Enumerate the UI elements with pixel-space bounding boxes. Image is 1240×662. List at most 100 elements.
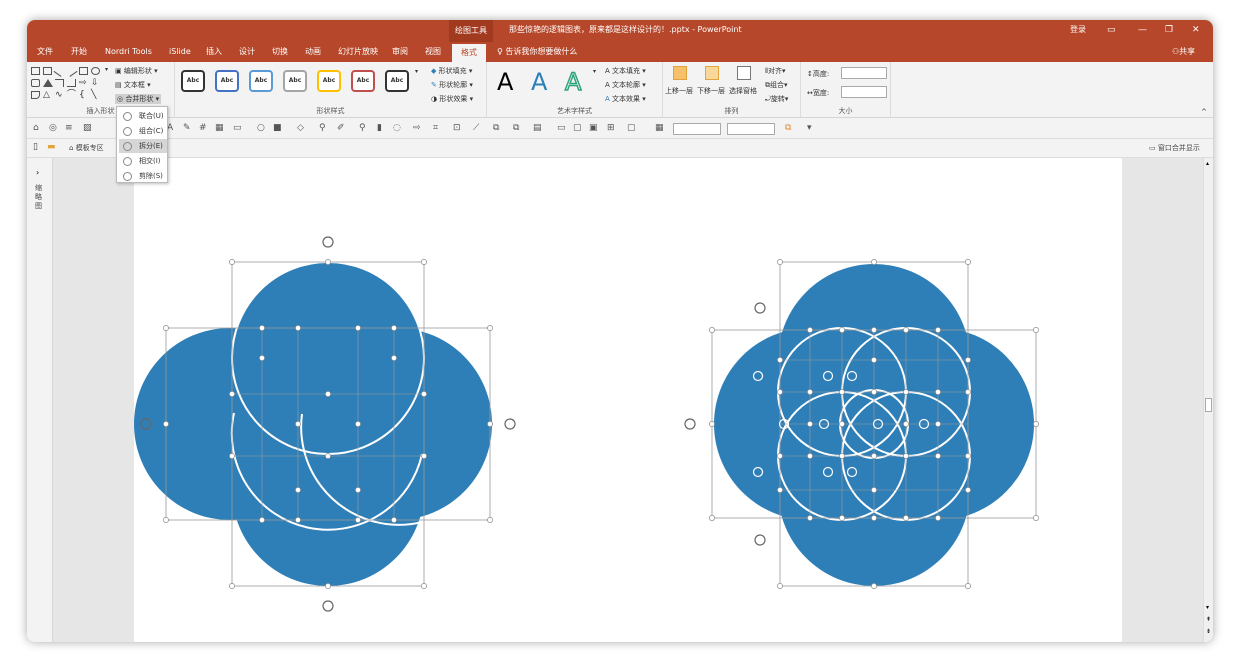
frame2-icon[interactable]: ▢ [573, 123, 582, 133]
rounded-rect-shape-icon[interactable] [31, 79, 40, 87]
outline-pen-icon[interactable]: ✐ [337, 123, 345, 133]
bring-forward-button[interactable]: 上移一层 [665, 86, 693, 96]
picture-icon[interactable]: ▭ [233, 123, 242, 133]
shape-outline-button[interactable]: ✎ 形状轮廓 ▾ [431, 80, 473, 90]
bring-icon[interactable]: ▤ [533, 123, 542, 133]
template-zone-button[interactable]: ⌂ 模板专区 [69, 143, 104, 153]
textbox-shape-icon[interactable] [43, 67, 52, 75]
tab-animations[interactable]: 动画 [305, 42, 321, 62]
style-swatch-1[interactable]: Abc [181, 70, 205, 92]
chart-icon[interactable]: ▮ [377, 123, 382, 133]
rect-outline-icon[interactable]: ▢ [627, 123, 636, 133]
eyedropper-icon[interactable]: ⚲ [319, 123, 326, 133]
tab-design[interactable]: 设计 [239, 42, 255, 62]
style-gallery-more-icon[interactable]: ▾ [415, 68, 418, 75]
wordart-outline-a[interactable]: A [564, 67, 582, 97]
text-box-button[interactable]: ▤ 文本框 ▾ [115, 80, 151, 90]
menu-item-subtract[interactable]: 剪除(S) [119, 169, 167, 183]
image-icon[interactable]: ▨ [83, 123, 92, 133]
arrange-icon[interactable]: ⧉ [785, 123, 791, 133]
tab-islide[interactable]: iSlide [169, 42, 191, 62]
share-button[interactable]: ⚇共享 [1172, 42, 1195, 62]
text-outline-button[interactable]: A 文本轮廓 ▾ [605, 80, 646, 90]
triangle-shape-icon[interactable] [43, 79, 53, 87]
ribbon-display-icon[interactable]: ▭ [1107, 20, 1116, 40]
style-swatch-3[interactable]: Abc [249, 70, 273, 92]
shapes-icon[interactable]: ◌ [393, 123, 401, 133]
layers-icon[interactable]: ⧉ [493, 123, 499, 133]
selection-pane-button[interactable]: 选择窗格 [729, 86, 757, 96]
left-circle-group[interactable] [134, 236, 516, 612]
crop-icon[interactable]: ⌗ [433, 123, 438, 133]
layers-2-icon[interactable]: ⧉ [513, 123, 519, 133]
hash-icon[interactable]: # [199, 123, 207, 133]
menu-item-combine[interactable]: 组合(C) [119, 124, 167, 138]
tab-review[interactable]: 审阅 [392, 42, 408, 62]
table-icon[interactable]: ▦ [215, 123, 224, 133]
slash-icon[interactable]: ⟋ [473, 123, 479, 133]
right-arrow-shape-icon[interactable]: ⇨ [79, 79, 88, 88]
triangle-outline-icon[interactable]: △ [43, 91, 52, 100]
vertical-scrollbar[interactable]: ▴ ▾ ⇞ ⇟ [1203, 158, 1213, 642]
more-icon[interactable]: ▾ [807, 123, 812, 133]
align-left-icon[interactable]: ≡ [65, 123, 73, 133]
crop-frame-icon[interactable]: ⊡ [453, 123, 461, 133]
shape-arrow-icon[interactable]: ⇨ [413, 123, 421, 133]
rotate-button[interactable]: ⤾旋转▾ [765, 94, 788, 104]
tab-nordri-tools[interactable]: Nordri Tools [105, 42, 152, 62]
tab-view[interactable]: 视图 [425, 42, 441, 62]
target-icon[interactable]: ◎ [49, 123, 57, 133]
grid-icon[interactable]: ⊞ [607, 123, 615, 133]
style-swatch-2[interactable]: Abc [215, 70, 239, 92]
send-backward-button[interactable]: 下移一层 [697, 86, 725, 96]
tab-slideshow[interactable]: 幻灯片放映 [338, 42, 378, 62]
menu-item-intersect[interactable]: 相交(I) [119, 154, 167, 168]
fill-bucket-icon[interactable]: ◇ [297, 123, 304, 133]
dropper-icon[interactable]: ⚲ [359, 123, 366, 133]
pen-icon[interactable]: ✎ [183, 123, 191, 133]
shape-effects-button[interactable]: ◑ 形状效果 ▾ [431, 94, 473, 104]
arrow-line-shape-icon[interactable] [65, 65, 78, 77]
circle-icon[interactable]: ○ [257, 123, 265, 133]
rectangle-shape-icon[interactable] [31, 67, 40, 75]
prev-slide-icon[interactable]: ⇞ [1206, 616, 1211, 623]
restore-button[interactable]: ❐ [1165, 20, 1173, 40]
lock-icon[interactable]: ⌂ [33, 123, 39, 133]
down-arrow-shape-icon[interactable]: ⇩ [91, 79, 100, 88]
fill-swatch-icon[interactable]: ■ [273, 123, 282, 133]
scribble-shape-icon[interactable]: ╲ [91, 91, 100, 100]
grid-fill-icon[interactable]: ▦ [655, 123, 664, 133]
merge-window-button[interactable]: ▭ 窗口合并显示 [1149, 143, 1200, 153]
folder-icon[interactable]: ▬ [47, 142, 56, 152]
next-slide-icon[interactable]: ⇟ [1206, 628, 1211, 635]
right-circle-group[interactable] [684, 259, 1039, 589]
scroll-thumb[interactable] [1205, 398, 1212, 412]
group-button[interactable]: ⧉组合▾ [765, 80, 788, 90]
tab-transitions[interactable]: 切换 [272, 42, 288, 62]
frame-icon[interactable]: ▭ [557, 123, 566, 133]
oval-shape-icon[interactable] [91, 67, 100, 75]
tab-home[interactable]: 开始 [71, 42, 87, 62]
shape-fill-button[interactable]: ◆ 形状填充 ▾ [431, 66, 472, 76]
menu-item-fragment[interactable]: 拆分(E) [119, 139, 167, 153]
menu-item-union[interactable]: 联合(U) [119, 109, 167, 123]
wordart-black-a[interactable]: A [497, 68, 513, 96]
style-swatch-5[interactable]: Abc [317, 70, 341, 92]
elbow-arrow-icon[interactable] [67, 79, 76, 87]
square-shape-icon[interactable] [79, 67, 88, 75]
minimize-button[interactable]: — [1138, 20, 1147, 40]
line-shape-icon[interactable] [53, 65, 66, 77]
tab-format[interactable]: 格式 [452, 44, 486, 62]
scroll-down-icon[interactable]: ▾ [1206, 604, 1209, 611]
align-button[interactable]: ⫴对齐▾ [765, 66, 785, 76]
text-fill-button[interactable]: A 文本填充 ▾ [605, 66, 646, 76]
style-swatch-7[interactable]: Abc [385, 70, 409, 92]
elbow-connector-icon[interactable] [55, 79, 64, 87]
slide[interactable] [134, 158, 1122, 642]
tab-file[interactable]: 文件 [37, 42, 53, 62]
scroll-up-icon[interactable]: ▴ [1206, 160, 1209, 167]
toolbar-field-1[interactable] [673, 123, 721, 135]
wordart-blue-a[interactable]: A [531, 68, 547, 96]
arc-shape-icon[interactable]: ⌒ [67, 91, 76, 100]
shapes-gallery-more-icon[interactable]: ▾ [105, 66, 108, 73]
